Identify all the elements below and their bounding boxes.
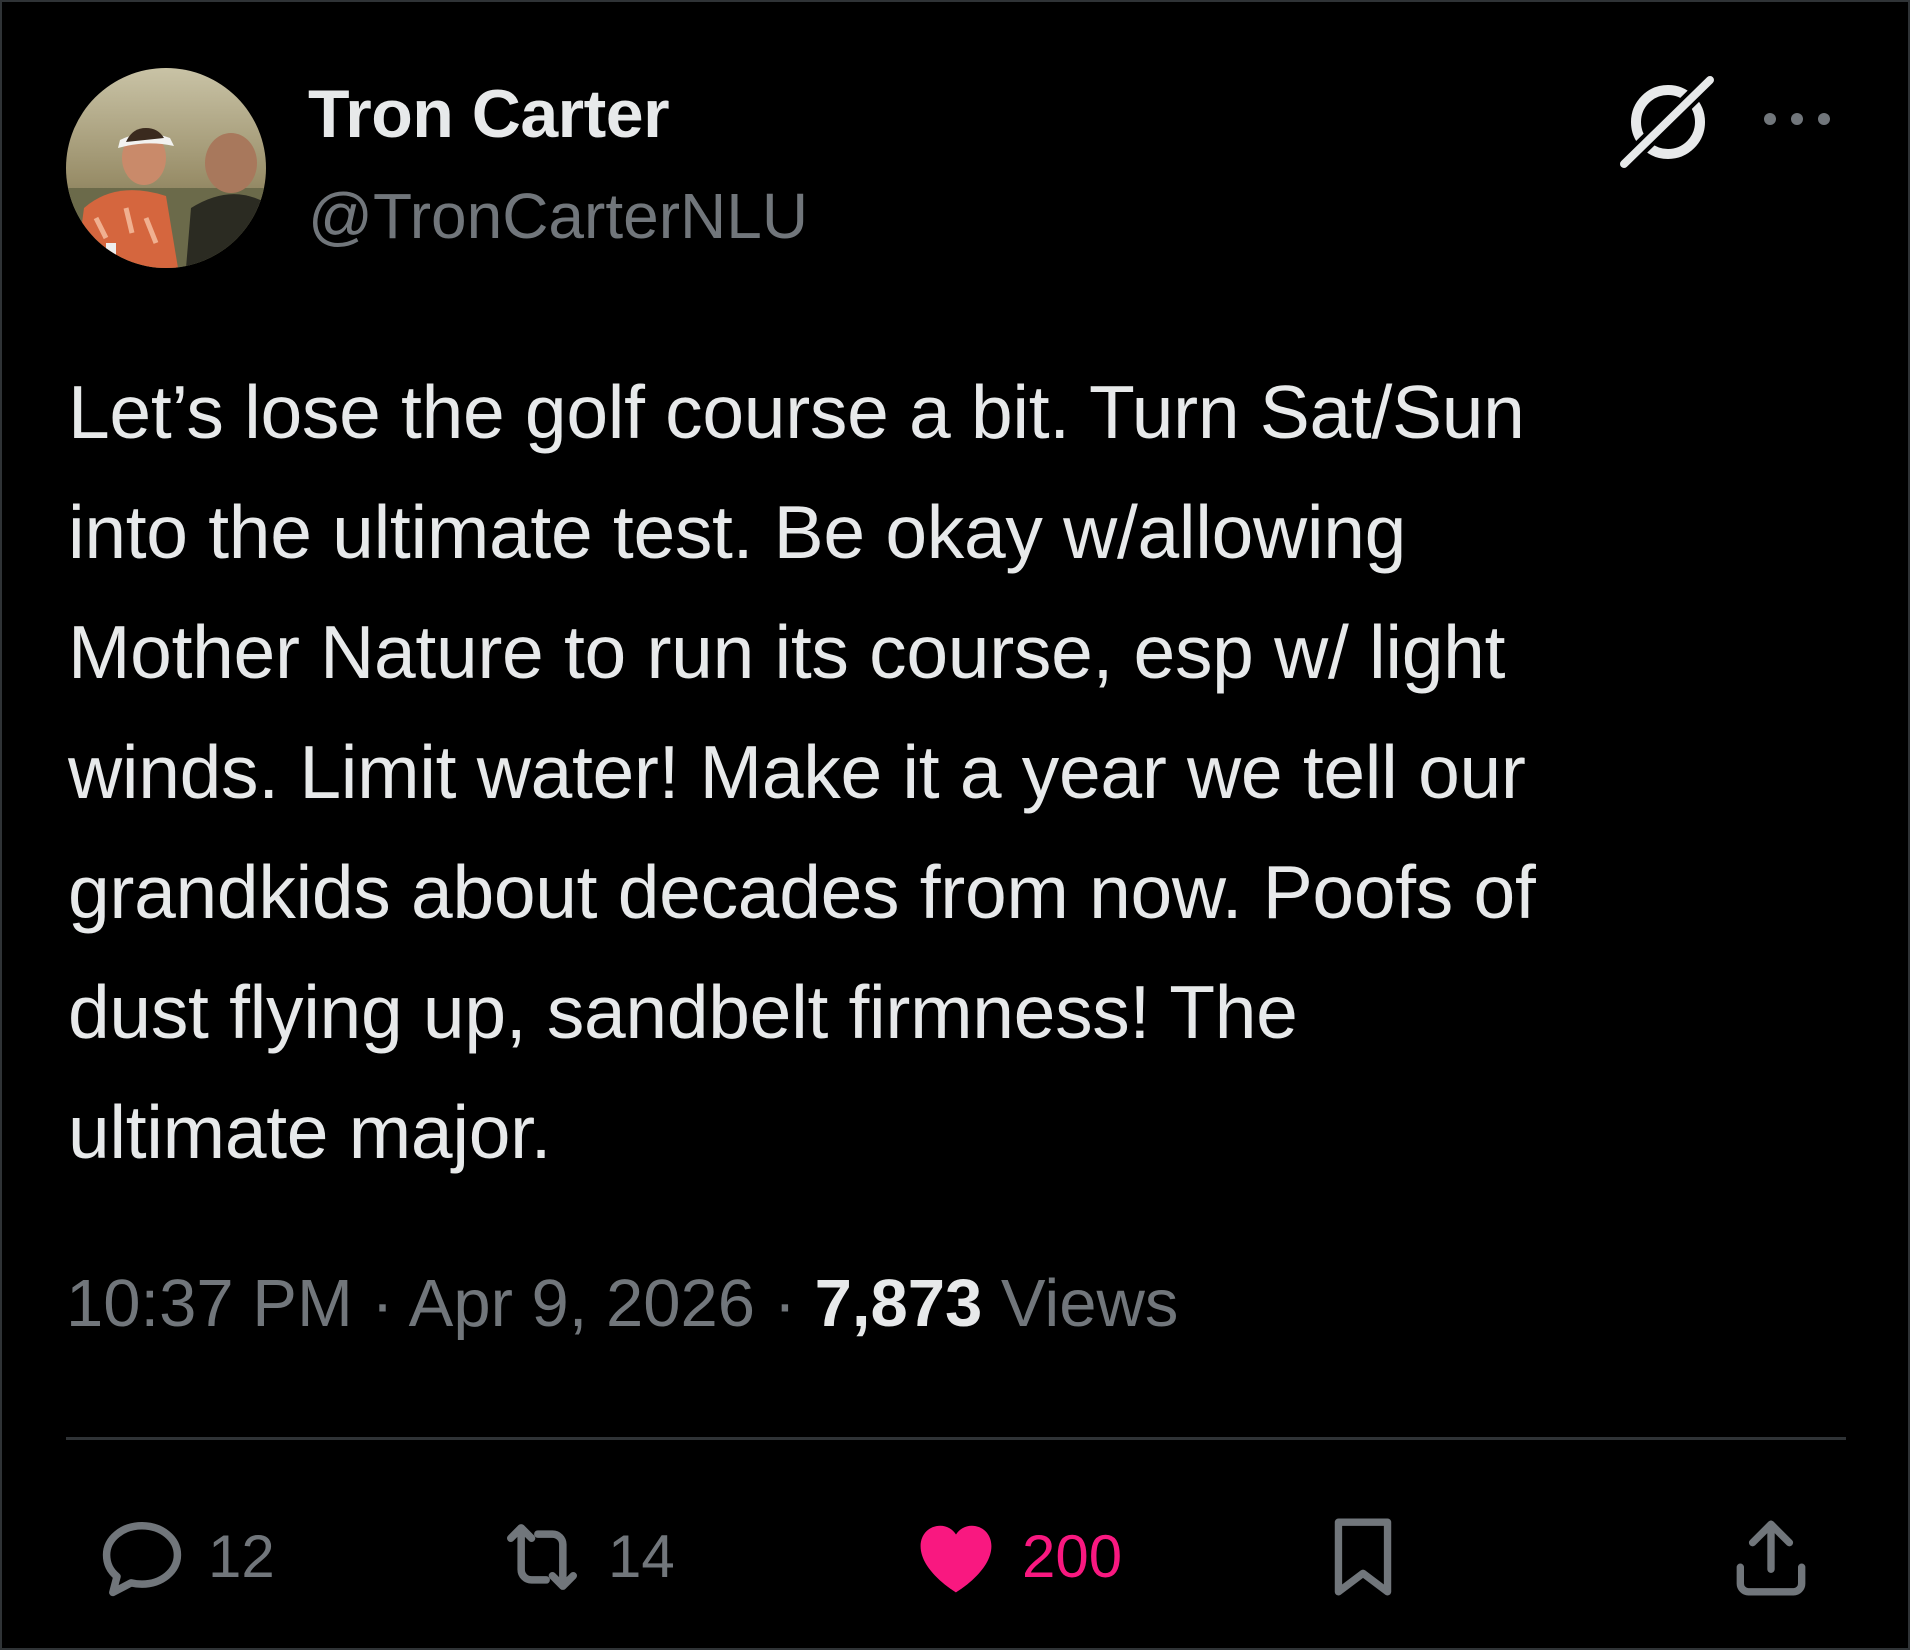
share-icon [1736,1520,1806,1596]
avatar-photo [66,68,266,268]
heart-icon [920,1525,992,1593]
bookmark-button[interactable] [1318,1507,1408,1607]
tweet-date[interactable]: Apr 9, 2026 [409,1266,755,1341]
meta-separator: · [371,1266,394,1341]
retweet-button[interactable]: 14 [492,1507,675,1607]
views-label: Views [1000,1266,1179,1341]
meta-separator: · [773,1266,796,1341]
like-count: 200 [1022,1523,1123,1590]
tweet-time[interactable]: 10:37 PM [66,1266,353,1341]
views-count[interactable]: 7,873 [815,1266,983,1341]
like-button[interactable]: 200 [906,1507,1122,1607]
divider [66,1437,1846,1440]
more-icon[interactable] [1760,102,1834,136]
reply-icon [102,1522,182,1597]
grok-icon[interactable] [1614,72,1718,172]
tweet-text: Let’s lose the golf course a bit. Turn S… [68,370,1536,1174]
author-handle[interactable]: @TronCarterNLU [308,184,808,248]
avatar[interactable] [66,68,266,268]
bookmark-icon [1334,1518,1392,1596]
tweet-meta: 10:37 PM · Apr 9, 2026 · 7,873 Views [66,1270,1178,1337]
tweet-card: Tron Carter @TronCarterNLU Let’s lose th… [0,0,1910,1650]
author-display-name[interactable]: Tron Carter [308,80,670,148]
retweet-icon [507,1524,577,1590]
reply-button[interactable]: 12 [92,1507,275,1607]
retweet-count: 14 [608,1523,675,1590]
reply-count: 12 [208,1523,275,1590]
share-button[interactable] [1726,1507,1816,1607]
